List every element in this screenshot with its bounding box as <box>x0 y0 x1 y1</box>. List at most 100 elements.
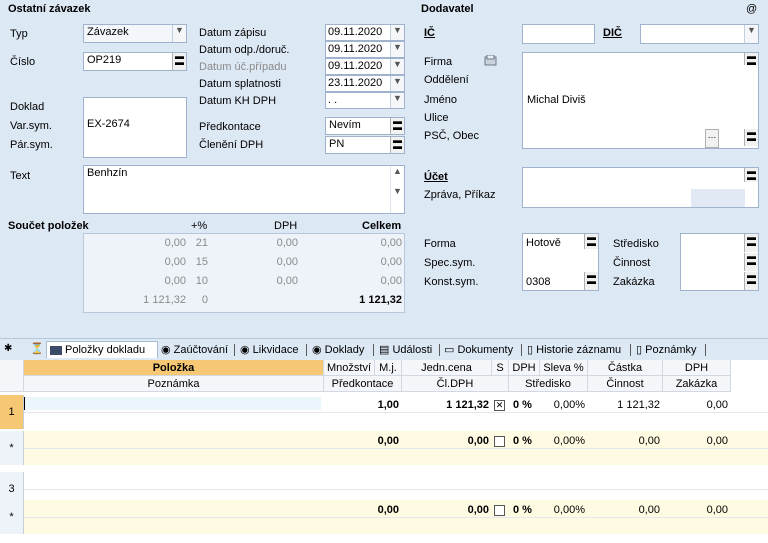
ellipsis-icon[interactable]: ▬ ▬ <box>584 234 598 249</box>
tab-polozky-dokladu[interactable]: Položky dokladu <box>46 341 158 358</box>
cell-sleva[interactable]: 0,00% <box>540 397 588 413</box>
datum-zapisu-input[interactable]: 09.11.2020 ▼ <box>325 24 405 41</box>
tab-dokumenty[interactable]: ▭ Dokumenty <box>444 342 513 358</box>
ellipsis-icon[interactable]: ▬ ▬ <box>744 271 758 290</box>
column-header[interactable]: Sleva % <box>540 360 588 376</box>
chevron-down-icon[interactable]: ▼ <box>390 76 404 91</box>
cell-sleva[interactable]: 0,00% <box>540 502 588 518</box>
ellipsis-icon[interactable]: ▬ ▬ <box>744 128 758 146</box>
row-number[interactable]: * <box>0 431 24 465</box>
ic-link[interactable]: IČ <box>424 27 435 39</box>
datum-odp-input[interactable]: 09.11.2020 ▼ <box>325 41 405 58</box>
dic-link[interactable]: DIČ <box>603 27 622 39</box>
row-number[interactable]: 1 <box>0 395 24 429</box>
ellipsis-icon[interactable]: ▬ ▬ <box>744 252 758 271</box>
cell-price[interactable] <box>402 474 492 490</box>
text-area[interactable]: Benhzín ▲ ▼ <box>83 165 405 214</box>
ellipsis-icon[interactable]: ▬ ▬ <box>744 53 758 67</box>
filter-icon[interactable]: ⏳ <box>30 342 44 355</box>
cell-dphv[interactable]: 0,00 <box>663 502 731 518</box>
ic-input[interactable] <box>522 24 595 44</box>
psc-ellipsis-icon[interactable]: … <box>705 129 719 148</box>
tab-poznamky[interactable]: ▯ Poznámky <box>636 342 696 358</box>
cell-dphv[interactable] <box>663 474 731 490</box>
cell-castka[interactable]: 0,00 <box>588 502 663 518</box>
address-book-icon[interactable] <box>484 55 498 67</box>
typ-select[interactable]: Závazek ▼ <box>83 24 187 43</box>
chevron-down-icon[interactable]: ▼ <box>390 42 404 57</box>
cell-castka[interactable] <box>588 474 663 490</box>
row-number[interactable]: * <box>0 500 24 534</box>
cell-sleva[interactable] <box>540 474 588 490</box>
ellipsis-icon[interactable]: ▬ ▬ <box>172 53 186 70</box>
cell-dphv[interactable]: 0,00 <box>663 433 731 449</box>
cell-dphv[interactable]: 0,00 <box>663 397 731 413</box>
column-header[interactable]: Poznámka <box>24 376 324 392</box>
chevron-down-icon[interactable]: ▼ <box>390 59 404 74</box>
tab-doklady[interactable]: ◉ Doklady <box>312 342 364 358</box>
column-header[interactable]: Činnost <box>588 376 663 392</box>
cell-qty[interactable]: 0,00 <box>324 502 402 518</box>
cell-castka[interactable]: 1 121,32 <box>588 397 663 413</box>
tab-udalosti[interactable]: ▤ Události <box>379 342 432 358</box>
chevron-down-icon[interactable]: ▼ <box>172 25 186 42</box>
checkbox[interactable] <box>494 435 505 447</box>
cell-castka[interactable]: 0,00 <box>588 433 663 449</box>
datum-uc-input[interactable]: 09.11.2020 ▼ <box>325 58 405 75</box>
checkbox[interactable] <box>494 504 505 516</box>
chevron-down-icon[interactable]: ▼ <box>744 25 758 43</box>
dic-select[interactable]: ▼ <box>640 24 759 44</box>
ellipsis-icon[interactable]: ▬ ▬ <box>584 271 598 290</box>
scroll-arrows-icon[interactable]: ▲ ▼ <box>390 166 404 213</box>
tab-zauctovani[interactable]: ◉ Zaúčtování <box>161 342 228 358</box>
column-header[interactable]: Předkontace <box>324 376 402 392</box>
ucet-suffix-field[interactable] <box>691 189 745 207</box>
column-header[interactable]: DPH <box>509 360 540 376</box>
ellipsis-icon[interactable]: ▬ ▬ <box>744 168 758 182</box>
column-header[interactable]: Čl.DPH <box>402 376 509 392</box>
ellipsis-icon[interactable]: ▬ ▬ <box>744 234 758 252</box>
column-header[interactable]: S <box>492 360 509 376</box>
konst-sym-value: 0308 <box>526 276 551 288</box>
datum-khdph-input[interactable]: . . ▼ <box>325 92 405 109</box>
cell-dph[interactable]: 0 % <box>509 502 540 518</box>
column-header[interactable]: Středisko <box>509 376 588 392</box>
tab-historie-zaznamu[interactable]: ▯ Historie záznamu <box>527 342 621 358</box>
datum-splatnosti-input[interactable]: 23.11.2020 ▼ <box>325 75 405 92</box>
ellipsis-icon[interactable]: ▬ ▬ <box>390 118 404 134</box>
chevron-down-icon[interactable]: ▼ <box>390 25 404 40</box>
column-header[interactable]: M.j. <box>375 360 402 376</box>
ellipsis-icon[interactable]: ▬ ▬ <box>390 137 404 153</box>
cell-sleva[interactable]: 0,00% <box>540 433 588 449</box>
tab-likvidace[interactable]: ◉ Likvidace <box>240 342 299 358</box>
chevron-down-icon[interactable]: ▼ <box>390 93 404 108</box>
column-header[interactable]: Zakázka <box>663 376 731 392</box>
column-header[interactable]: Částka <box>588 360 663 376</box>
cell-dph[interactable]: 0 % <box>509 397 540 413</box>
ucet-box[interactable]: ▬ ▬ <box>522 167 759 208</box>
payment-box[interactable]: Hotově ▬ ▬ 0308 ▬ ▬ <box>522 233 599 291</box>
cell-price[interactable]: 0,00 <box>402 502 492 518</box>
column-header[interactable]: Jedn.cena <box>402 360 492 376</box>
supplier-address-box[interactable]: ▬ ▬ Michal Diviš … ▬ ▬ <box>522 52 759 149</box>
column-header[interactable]: Množství <box>324 360 375 376</box>
cell-dph[interactable] <box>509 474 540 490</box>
cell-qty[interactable]: 1,00 <box>324 397 402 413</box>
column-header[interactable]: Položka <box>24 360 324 376</box>
cell-price[interactable]: 1 121,32 <box>402 397 492 413</box>
cell-dph[interactable]: 0 % <box>509 433 540 449</box>
doklad-box[interactable]: EX-2674 <box>83 97 187 158</box>
cislo-input[interactable]: OP219 ▬ ▬ <box>83 52 187 71</box>
asterisk-icon[interactable]: ✱ <box>4 343 12 354</box>
ucet-link[interactable]: Účet <box>424 171 448 183</box>
cleneni-dph-input[interactable]: PN ▬ ▬ <box>325 136 405 154</box>
predkontace-input[interactable]: Nevím ▬ ▬ <box>325 117 405 135</box>
edit-cell[interactable] <box>24 397 321 410</box>
cell-qty[interactable]: 0,00 <box>324 433 402 449</box>
checkbox[interactable]: ✕ <box>494 399 505 411</box>
column-header[interactable]: DPH <box>663 360 731 376</box>
stredisko-box[interactable]: ▬ ▬ ▬ ▬ ▬ ▬ <box>680 233 759 291</box>
cell-price[interactable]: 0,00 <box>402 433 492 449</box>
email-at-icon[interactable]: @ <box>746 3 757 15</box>
cell-qty[interactable] <box>324 474 402 490</box>
